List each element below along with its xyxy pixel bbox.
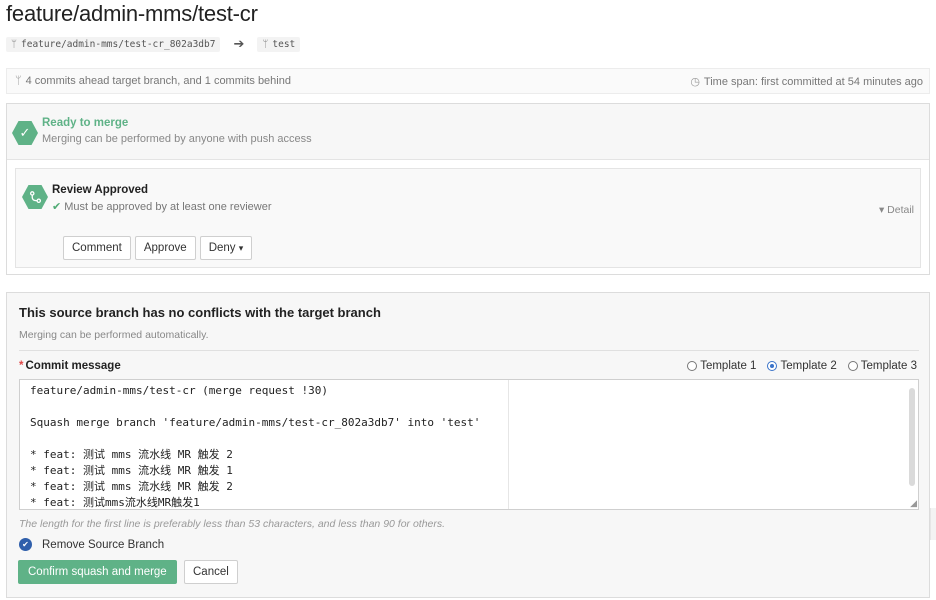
branch-icon: ᛘ — [11, 38, 17, 50]
ready-to-merge-row: ✓ Ready to merge Merging can be performe… — [7, 104, 929, 160]
branch-info-bar: ᛘ4 commits ahead target branch, and 1 co… — [6, 68, 930, 94]
review-title: Review Approved — [52, 184, 149, 196]
template-1-radio[interactable]: Template 1 — [687, 360, 756, 372]
check-icon: ✓ — [12, 121, 38, 145]
approve-button[interactable]: Approve — [134, 236, 196, 260]
editor-split-divider — [508, 380, 509, 509]
branch-row: ᛘ feature/admin-mms/test-cr_802a3db7 ➔ ᛘ… — [6, 36, 301, 52]
commits-info: ᛘ4 commits ahead target branch, and 1 co… — [15, 75, 291, 87]
template-3-label: Template 3 — [860, 360, 917, 372]
deny-button[interactable]: Deny ▾ — [199, 236, 253, 260]
source-branch-tag[interactable]: ᛘ feature/admin-mms/test-cr_802a3db7 — [6, 36, 221, 52]
commits-text: 4 commits ahead target branch, and 1 com… — [25, 75, 291, 87]
target-branch-tag[interactable]: ᛘ test — [257, 36, 301, 52]
template-options: Template 1 Template 2 Template 3 — [687, 360, 917, 372]
git-merge-icon-svg — [29, 190, 41, 203]
edge-fragment — [930, 508, 936, 540]
commit-message-textarea[interactable]: feature/admin-mms/test-cr (merge request… — [19, 379, 919, 510]
clock-icon: ◷ — [690, 75, 700, 88]
arrow-right-icon: ➔ — [233, 36, 245, 51]
review-requirement: ✔ Must be approved by at least one review… — [52, 200, 272, 213]
caret-down-icon: ▾ — [878, 204, 885, 216]
confirm-merge-panel: This source branch has no conflicts with… — [6, 292, 930, 598]
caret-down-icon: ▾ — [238, 242, 244, 253]
timespan-info: ◷ Time span: first committed at 54 minute… — [690, 75, 923, 88]
scrollbar[interactable] — [909, 388, 915, 486]
radio-selected-icon — [767, 361, 778, 371]
remove-source-branch-label: Remove Source Branch — [42, 538, 165, 551]
resize-grip-icon[interactable]: ◢ — [910, 499, 917, 508]
detail-label: Detail — [887, 204, 914, 216]
commit-message-text[interactable]: feature/admin-mms/test-cr (merge request… — [30, 383, 508, 509]
template-1-label: Template 1 — [700, 360, 757, 372]
review-approved-panel: Review Approved ✔ Must be approved by at … — [15, 168, 921, 268]
commit-message-label: * Commit message — [19, 360, 121, 372]
check-icon: ✔ — [52, 201, 62, 213]
template-2-label: Template 2 — [780, 360, 837, 372]
git-merge-icon — [22, 185, 48, 209]
commit-length-hint: The length for the first line is prefera… — [19, 518, 446, 530]
ready-subtitle: Merging can be performed by anyone with … — [42, 133, 312, 145]
review-actions: Comment Approve Deny ▾ — [63, 236, 253, 260]
deny-label: Deny — [208, 242, 236, 254]
template-3-radio[interactable]: Template 3 — [847, 360, 917, 372]
remove-source-branch-checkbox[interactable]: ✔ Remove Source Branch — [19, 538, 164, 551]
conflict-status-subtitle: Merging can be performed automatically. — [19, 329, 209, 341]
review-requirement-text: Must be approved by at least one reviewe… — [64, 201, 272, 213]
required-mark: * — [19, 360, 24, 372]
confirm-squash-merge-button[interactable]: Confirm squash and merge — [18, 560, 177, 584]
ready-title: Ready to merge — [42, 117, 129, 129]
source-branch-label: feature/admin-mms/test-cr_802a3db7 — [21, 38, 216, 50]
branch-icon: ᛘ — [15, 75, 22, 87]
page-title: feature/admin-mms/test-cr — [6, 1, 258, 26]
target-branch-label: test — [272, 38, 296, 50]
timespan-text: Time span: first committed at 54 minutes… — [703, 75, 923, 88]
checkbox-checked-icon[interactable]: ✔ — [19, 538, 32, 551]
divider — [19, 350, 919, 351]
merge-status-panel: ✓ Ready to merge Merging can be performe… — [6, 103, 930, 275]
comment-button[interactable]: Comment — [63, 236, 131, 260]
template-2-radio[interactable]: Template 2 — [767, 360, 837, 372]
conflict-status-title: This source branch has no conflicts with… — [19, 305, 381, 320]
radio-icon — [847, 361, 858, 371]
detail-toggle[interactable]: ▾ Detail — [879, 204, 914, 216]
radio-icon — [687, 361, 698, 371]
commit-message-label-text: Commit message — [25, 360, 121, 372]
cancel-button[interactable]: Cancel — [184, 560, 238, 584]
branch-icon: ᛘ — [262, 38, 269, 50]
